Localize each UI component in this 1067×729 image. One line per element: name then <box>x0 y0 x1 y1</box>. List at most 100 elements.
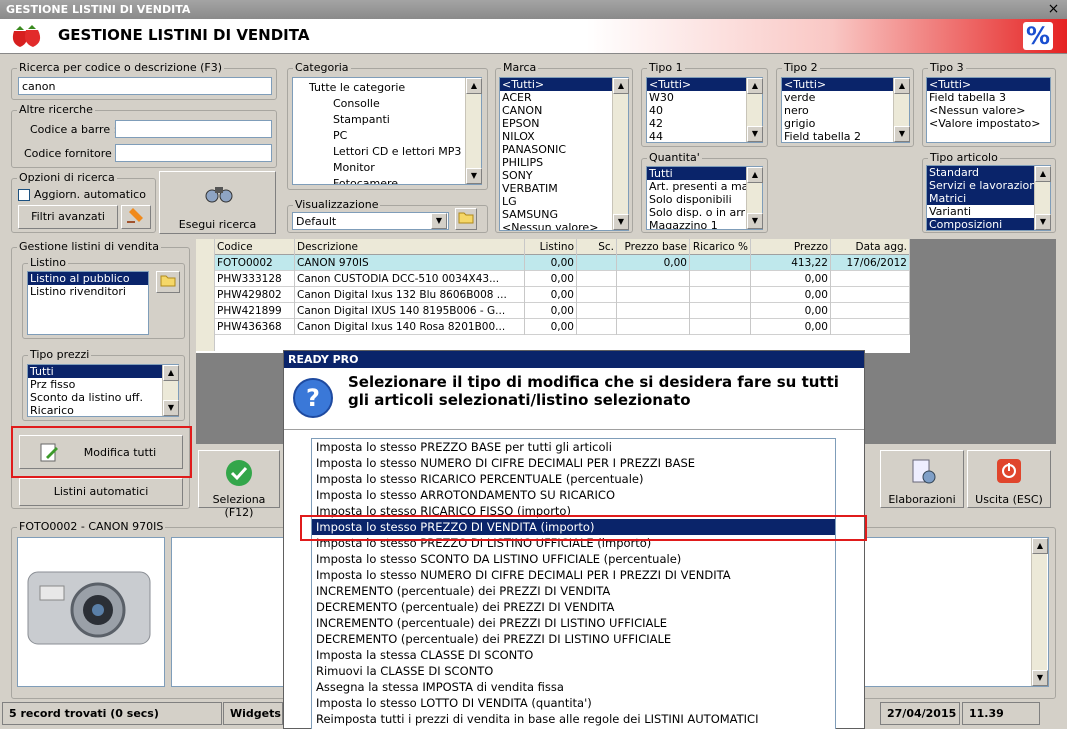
brand-item[interactable]: SAMSUNG <box>500 208 628 221</box>
option-item[interactable]: Assegna la stessa IMPOSTA di vendita fis… <box>312 679 835 695</box>
col-data[interactable]: Data agg. <box>831 239 910 255</box>
category-item[interactable]: Monitor <box>293 160 481 176</box>
price-type-item[interactable]: Ricarico <box>28 404 178 416</box>
quantity-item[interactable]: Solo disponibili <box>647 193 762 206</box>
option-item[interactable]: Imposta la stessa CLASSE DI SCONTO <box>312 647 835 663</box>
search-input[interactable]: canon <box>18 77 272 95</box>
brand-item[interactable]: VERBATIM <box>500 182 628 195</box>
type1-item[interactable]: 42 <box>647 117 762 130</box>
type2-item[interactable]: <Tutti> <box>782 78 909 91</box>
price-type-scrollbar[interactable]: ▲ ▼ <box>162 365 179 416</box>
brand-item[interactable]: SONY <box>500 169 628 182</box>
article-type-item[interactable]: Servizi e lavorazioni <box>927 179 1050 192</box>
barcode-input[interactable] <box>115 120 272 138</box>
article-type-item[interactable]: Matrici <box>927 192 1050 205</box>
category-item[interactable]: Lettori CD e lettori MP3 <box>293 144 481 160</box>
category-item[interactable]: Fotocamere <box>293 176 481 184</box>
category-item[interactable]: Tutte le categorie <box>293 80 481 96</box>
type2-item[interactable]: nero <box>782 104 909 117</box>
option-item[interactable]: DECREMENTO (percentuale) dei PREZZI DI L… <box>312 631 835 647</box>
notes-scrollbar[interactable]: ▲ ▼ <box>1031 538 1048 686</box>
window-close-button[interactable]: × <box>1046 2 1061 16</box>
listino-folder-button[interactable] <box>156 271 180 293</box>
row-indicator[interactable] <box>196 319 215 335</box>
products-grid[interactable]: Codice Descrizione Listino Sc. Prezzo ba… <box>196 239 910 353</box>
listino-list[interactable]: Listino al pubblico Listino rivenditori <box>27 271 149 335</box>
type2-item[interactable]: Field tabella 2 <box>782 130 909 142</box>
brand-item[interactable]: EPSON <box>500 117 628 130</box>
col-sconto[interactable]: Sc. <box>577 239 617 255</box>
type3-item[interactable]: <Nessun valore> <box>927 104 1050 117</box>
col-codice[interactable]: Codice <box>215 239 295 255</box>
quantity-item[interactable]: Tutti <box>647 167 762 180</box>
brand-item[interactable]: CANON <box>500 104 628 117</box>
col-ricarico[interactable]: Ricarico % <box>690 239 751 255</box>
supplier-code-input[interactable] <box>115 144 272 162</box>
brand-item[interactable]: LG <box>500 195 628 208</box>
brand-item[interactable]: NILOX <box>500 130 628 143</box>
article-type-list[interactable]: Standard Servizi e lavorazioni Matrici V… <box>926 165 1051 231</box>
row-indicator[interactable] <box>196 255 215 271</box>
listino-item[interactable]: Listino al pubblico <box>28 272 148 285</box>
exit-button[interactable]: Uscita (ESC) <box>967 450 1051 508</box>
advanced-filters-button[interactable]: Filtri avanzati <box>18 205 118 229</box>
type1-item[interactable]: <Tutti> <box>647 78 762 91</box>
quantity-item[interactable]: Solo disp. o in arrivo <box>647 206 762 219</box>
price-type-item[interactable]: Sconto da listino uff. <box>28 391 178 404</box>
price-type-list[interactable]: Tutti Prz fisso Sconto da listino uff. R… <box>27 364 179 417</box>
folder-button[interactable] <box>455 208 477 230</box>
option-item[interactable]: Imposta lo stesso NUMERO DI CIFRE DECIMA… <box>312 567 835 583</box>
brand-scrollbar[interactable]: ▲ ▼ <box>612 78 629 230</box>
run-search-button[interactable]: Esegui ricerca <box>159 171 276 234</box>
col-listino[interactable]: Listino <box>525 239 577 255</box>
category-tree[interactable]: Tutte le categorie Consolle Stampanti PC… <box>292 77 482 185</box>
filter-clear-button[interactable] <box>121 205 151 229</box>
price-type-item[interactable]: Tutti <box>28 365 178 378</box>
option-item[interactable]: Imposta lo stesso RICARICO PERCENTUALE (… <box>312 471 835 487</box>
price-type-item[interactable]: Prz fisso <box>28 378 178 391</box>
type2-list[interactable]: <Tutti> verde nero grigio Field tabella … <box>781 77 910 143</box>
row-indicator[interactable] <box>196 271 215 287</box>
status-widgets[interactable]: Widgets <box>223 702 283 725</box>
col-prezzo-base[interactable]: Prezzo base <box>617 239 690 255</box>
type1-item[interactable]: 44 <box>647 130 762 142</box>
option-item[interactable]: INCREMENTO (percentuale) dei PREZZI DI L… <box>312 615 835 631</box>
type3-item[interactable]: <Tutti> <box>927 78 1050 91</box>
category-item[interactable]: PC <box>293 128 481 144</box>
option-item[interactable]: Imposta lo stesso PREZZO BASE per tutti … <box>312 439 835 455</box>
type1-scrollbar[interactable]: ▲ ▼ <box>746 78 763 142</box>
type2-item[interactable]: grigio <box>782 117 909 130</box>
col-descrizione[interactable]: Descrizione <box>295 239 525 255</box>
option-item[interactable]: DECREMENTO (percentuale) dei PREZZI DI V… <box>312 599 835 615</box>
brand-item[interactable]: PHILIPS <box>500 156 628 169</box>
brand-item[interactable]: ACER <box>500 91 628 104</box>
quantity-item[interactable]: Art. presenti a maga <box>647 180 762 193</box>
article-type-item[interactable]: Varianti <box>927 205 1050 218</box>
auto-update-checkbox[interactable] <box>18 189 30 201</box>
listino-item[interactable]: Listino rivenditori <box>28 285 148 298</box>
quantity-scrollbar[interactable]: ▲ ▼ <box>746 167 763 229</box>
view-select[interactable]: Default <box>292 212 449 230</box>
quantity-item[interactable]: Magazzino 1 <box>647 219 762 229</box>
article-type-scrollbar[interactable]: ▲ ▼ <box>1034 166 1051 230</box>
type2-item[interactable]: verde <box>782 91 909 104</box>
type2-scrollbar[interactable]: ▲ ▼ <box>893 78 910 142</box>
article-type-item[interactable]: Standard <box>927 166 1050 179</box>
option-item[interactable]: Imposta lo stesso LOTTO DI VENDITA (quan… <box>312 695 835 711</box>
option-item[interactable]: INCREMENTO (percentuale) dei PREZZI DI V… <box>312 583 835 599</box>
select-button[interactable]: Seleziona (F12) <box>198 450 280 519</box>
modify-all-button[interactable]: Modifica tutti <box>19 435 183 469</box>
col-prezzo[interactable]: Prezzo <box>751 239 831 255</box>
elaborations-button[interactable]: Elaborazioni <box>880 450 964 508</box>
category-scrollbar[interactable]: ▲ ▼ <box>465 78 482 184</box>
category-item[interactable]: Consolle <box>293 96 481 112</box>
brand-item[interactable]: PANASONIC <box>500 143 628 156</box>
option-item[interactable]: Imposta lo stesso ARROTONDAMENTO SU RICA… <box>312 487 835 503</box>
option-item[interactable]: Imposta lo stesso NUMERO DI CIFRE DECIMA… <box>312 455 835 471</box>
type3-item[interactable]: <Valore impostato> <box>927 117 1050 130</box>
brand-item[interactable]: <Nessun valore> <box>500 221 628 230</box>
type1-item[interactable]: 40 <box>647 104 762 117</box>
options-list[interactable]: Imposta lo stesso PREZZO BASE per tutti … <box>311 438 836 729</box>
category-item[interactable]: Stampanti <box>293 112 481 128</box>
brand-item[interactable]: <Tutti> <box>500 78 628 91</box>
